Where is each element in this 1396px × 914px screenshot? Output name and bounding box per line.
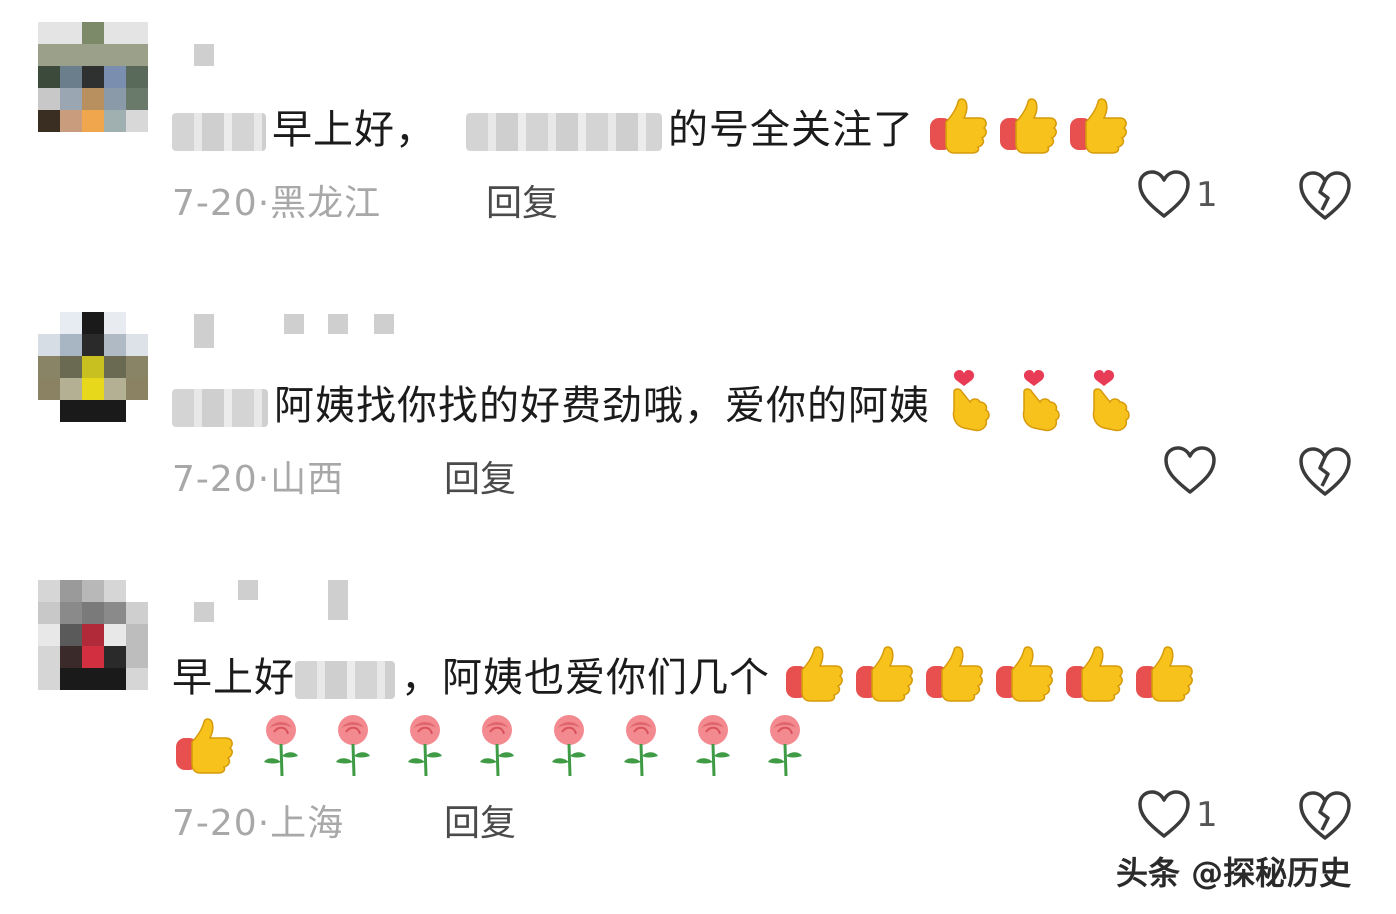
emoji-row bbox=[784, 644, 1204, 716]
broken-heart-icon bbox=[1299, 171, 1351, 220]
like-button[interactable]: 1 bbox=[1138, 170, 1218, 220]
finger-heart-icon bbox=[944, 368, 996, 448]
finger-heart-icon bbox=[1084, 368, 1136, 448]
comment-text: 阿姨找你找的好费劲哦，爱你的阿姨 bbox=[172, 368, 1154, 448]
comment-suffix: 阿姨找你找的好费劲哦，爱你的阿姨 bbox=[274, 383, 930, 429]
broken-heart-icon bbox=[1299, 791, 1351, 840]
thumbs-up-icon bbox=[784, 644, 846, 716]
emoji-row bbox=[944, 368, 1154, 448]
watermark: 头条 @探秘历史 bbox=[1116, 854, 1352, 892]
rose-icon bbox=[618, 712, 664, 792]
comment-location: 上海 bbox=[270, 803, 345, 844]
blurred-name bbox=[295, 661, 395, 699]
blurred-name bbox=[172, 113, 266, 151]
rose-icon bbox=[258, 712, 304, 792]
rose-icon bbox=[546, 712, 592, 792]
thumbs-up-icon bbox=[928, 96, 990, 168]
comment-suffix: ，阿姨也爱你们几个 bbox=[401, 655, 770, 701]
finger-heart-icon bbox=[1014, 368, 1066, 448]
emoji-row bbox=[174, 716, 244, 788]
reply-button[interactable]: 回复 bbox=[486, 174, 558, 226]
dislike-button[interactable] bbox=[1298, 170, 1352, 226]
dislike-button[interactable] bbox=[1298, 790, 1352, 846]
heart-outline-icon bbox=[1138, 170, 1190, 218]
comment-prefix: 早上好， bbox=[272, 107, 436, 153]
thumbs-up-icon bbox=[1064, 644, 1126, 716]
rose-icon bbox=[474, 712, 520, 792]
comment-text-line2 bbox=[174, 712, 834, 792]
comment-meta: 7-20·山西 bbox=[172, 450, 344, 502]
comment-text: 早上好 ，阿姨也爱你们几个 bbox=[172, 644, 1204, 716]
comment-date: 7-20· bbox=[172, 803, 271, 844]
thumbs-up-icon bbox=[1068, 96, 1130, 168]
comment-suffix: 的号全关注了 bbox=[668, 107, 914, 153]
broken-heart-icon bbox=[1299, 447, 1351, 496]
blurred-name bbox=[466, 113, 662, 151]
thumbs-up-icon bbox=[174, 716, 236, 788]
thumbs-up-icon bbox=[854, 644, 916, 716]
rose-icon bbox=[330, 712, 376, 792]
rose-icon bbox=[402, 712, 448, 792]
comment-prefix: 早上好 bbox=[172, 655, 295, 701]
thumbs-up-icon bbox=[994, 644, 1056, 716]
like-button[interactable]: 1 bbox=[1138, 790, 1218, 840]
like-count: 1 bbox=[1196, 175, 1218, 215]
comment-date: 7-20· bbox=[172, 459, 271, 500]
comment-meta: 7-20·上海 bbox=[172, 794, 344, 846]
blurred-name bbox=[172, 389, 268, 427]
comment-meta: 7-20·黑龙江 bbox=[172, 174, 381, 226]
like-count: 1 bbox=[1196, 795, 1218, 835]
thumbs-up-icon bbox=[998, 96, 1060, 168]
emoji-row-roses bbox=[258, 712, 834, 792]
avatar[interactable] bbox=[38, 312, 148, 422]
dislike-button[interactable] bbox=[1298, 446, 1352, 502]
rose-icon bbox=[690, 712, 736, 792]
rose-icon bbox=[762, 712, 808, 792]
like-button[interactable] bbox=[1164, 446, 1222, 496]
thumbs-up-icon bbox=[1134, 644, 1196, 716]
comment-text: 早上好， 的号全关注了 bbox=[172, 96, 1138, 168]
heart-outline-icon bbox=[1164, 446, 1216, 494]
reply-button[interactable]: 回复 bbox=[444, 450, 516, 502]
avatar[interactable] bbox=[38, 580, 148, 690]
thumbs-up-icon bbox=[924, 644, 986, 716]
comment-date: 7-20· bbox=[172, 183, 271, 224]
comment-location: 山西 bbox=[270, 459, 345, 500]
emoji-row bbox=[928, 96, 1138, 168]
reply-button[interactable]: 回复 bbox=[444, 794, 516, 846]
heart-outline-icon bbox=[1138, 790, 1190, 838]
avatar[interactable] bbox=[38, 22, 148, 132]
comment-location: 黑龙江 bbox=[270, 183, 382, 224]
